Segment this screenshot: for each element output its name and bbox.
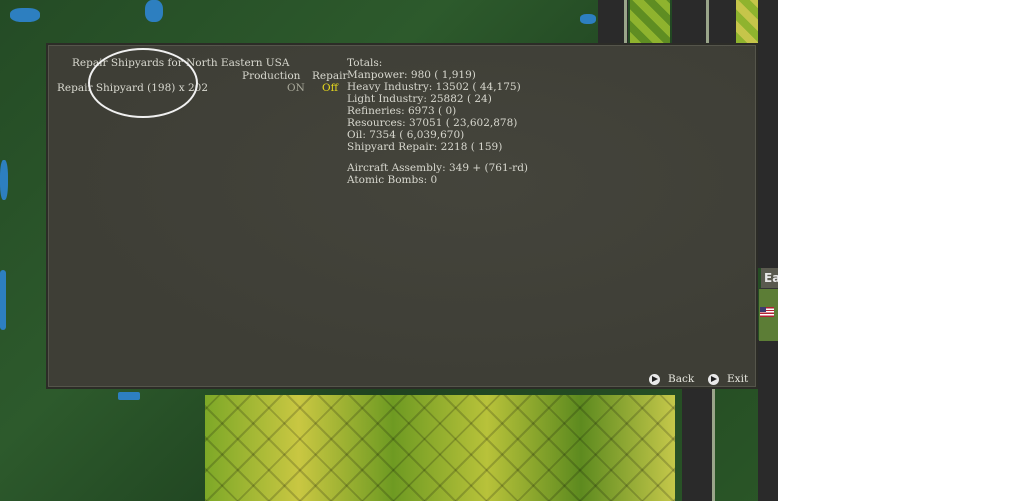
map-column: [758, 340, 778, 501]
lake: [580, 14, 596, 24]
totals-panel: Totals: Manpower: 980 ( 1,919) Heavy Ind…: [347, 57, 528, 186]
farmland: [630, 0, 670, 43]
map-column: [672, 0, 736, 43]
arrow-right-icon: [708, 373, 719, 385]
region-label: Ea: [761, 268, 778, 288]
repair-toggle[interactable]: Off: [322, 82, 338, 94]
production-column-header: Production: [242, 70, 301, 82]
unit-counter[interactable]: [759, 288, 778, 341]
totals-shipyard-repair: Shipyard Repair: 2218 ( 159): [347, 141, 503, 153]
repair-column-header: Repair: [312, 70, 348, 82]
map-column: [682, 389, 712, 501]
river: [118, 392, 140, 400]
back-button[interactable]: Back: [649, 372, 694, 386]
map-column: [758, 0, 778, 268]
us-flag-icon: [760, 307, 774, 317]
farmland: [736, 0, 758, 43]
lake: [10, 8, 40, 22]
lake: [0, 160, 8, 200]
totals-heavy-industry: Heavy Industry: 13502 ( 44,175): [347, 81, 521, 93]
map-border: [624, 0, 627, 43]
exit-button[interactable]: Exit: [708, 372, 748, 386]
back-button-label: Back: [668, 373, 695, 385]
totals-aircraft-assembly: Aircraft Assembly: 349 + (761-rd): [347, 162, 529, 174]
totals-heading: Totals:: [347, 57, 383, 69]
production-toggle[interactable]: ON: [287, 82, 305, 94]
lake: [145, 0, 163, 22]
totals-refineries: Refineries: 6973 ( 0): [347, 105, 457, 117]
totals-atomic-bombs: Atomic Bombs: 0: [347, 174, 438, 186]
farmland: [205, 395, 675, 501]
arrow-right-icon: [649, 373, 660, 385]
totals-manpower: Manpower: 980 ( 1,919): [347, 69, 476, 81]
map-border: [712, 389, 715, 501]
totals-oil: Oil: 7354 ( 6,039,670): [347, 129, 465, 141]
totals-resources: Resources: 37051 ( 23,602,878): [347, 117, 518, 129]
annotation-circle: [88, 48, 198, 118]
river: [0, 270, 6, 330]
totals-light-industry: Light Industry: 25882 ( 24): [347, 93, 492, 105]
totals-spacer: [347, 153, 528, 162]
map-border: [706, 0, 709, 43]
repair-shipyards-dialog: Repair Shipyards for North Eastern USA P…: [46, 43, 758, 389]
exit-button-label: Exit: [727, 373, 749, 385]
